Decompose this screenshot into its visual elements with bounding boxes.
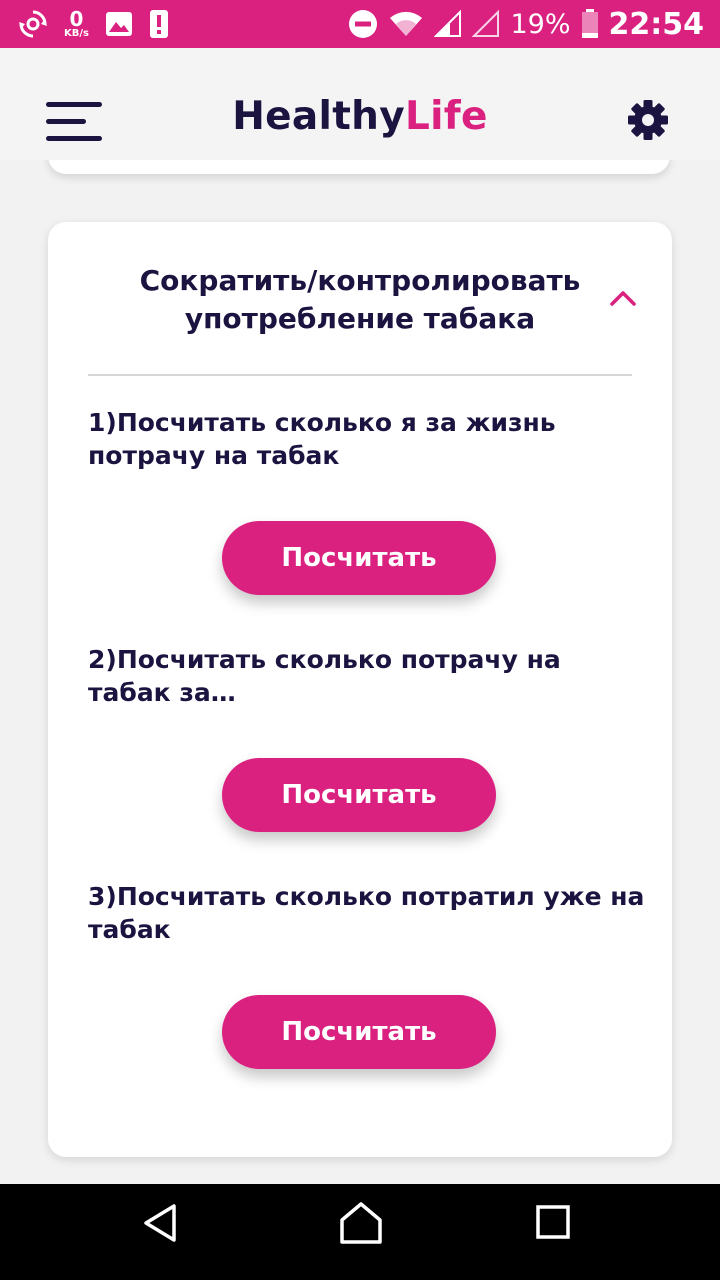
data-speed-indicator: 0 KB/s	[64, 9, 89, 39]
section-header[interactable]: Сократить/контролировать употребление та…	[48, 262, 672, 352]
image-icon	[105, 11, 133, 37]
signal-icon	[434, 10, 462, 38]
item-1-text: 1)Посчитать сколько я за жизнь потрачу н…	[88, 408, 556, 470]
app-title-healthy: Healthy	[232, 94, 405, 139]
data-speed-unit: KB/s	[64, 28, 89, 39]
chevron-up-icon[interactable]	[608, 284, 638, 314]
recent-apps-icon[interactable]	[535, 1204, 571, 1240]
battery-percent: 19%	[510, 8, 571, 40]
wifi-icon	[388, 10, 424, 38]
section-title: Сократить/контролировать употребление та…	[139, 264, 581, 335]
app-title: HealthyLife	[0, 94, 720, 139]
app-bar: HealthyLife	[0, 48, 720, 160]
home-icon[interactable]	[338, 1200, 384, 1246]
battery-icon	[581, 9, 599, 39]
gear-icon[interactable]	[626, 98, 670, 142]
calculate-period-button[interactable]: Посчитать	[222, 758, 496, 832]
back-icon[interactable]	[140, 1202, 182, 1244]
clock: 22:54	[608, 6, 705, 42]
alert-icon	[149, 9, 169, 39]
data-speed-value: 0	[69, 7, 84, 31]
tobacco-section-card: Сократить/контролировать употребление та…	[48, 222, 672, 1157]
item-3-text: 3)Посчитать сколько потратил уже на таба…	[88, 882, 645, 944]
calculate-lifetime-button[interactable]: Посчитать	[222, 521, 496, 595]
app-title-life: Life	[404, 94, 488, 139]
calculate-spent-button[interactable]: Посчитать	[222, 995, 496, 1069]
status-bar: 0 KB/s 19% 22:54	[0, 0, 720, 48]
divider	[88, 374, 632, 376]
settings-sync-icon	[18, 9, 48, 39]
navigation-bar	[0, 1184, 720, 1280]
do-not-disturb-icon	[348, 9, 378, 39]
item-2-text: 2)Посчитать сколько потрачу на табак за…	[88, 645, 561, 707]
signal-empty-icon	[472, 10, 500, 38]
